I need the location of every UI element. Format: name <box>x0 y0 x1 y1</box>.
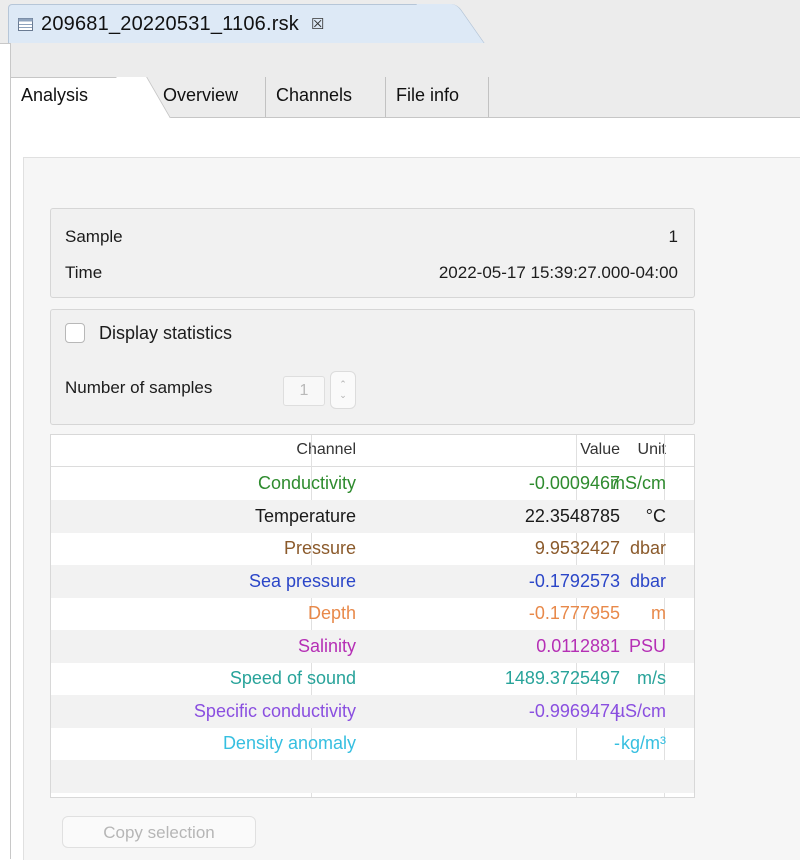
header-unit[interactable]: Unit <box>638 441 666 459</box>
table-header: Channel Value Unit <box>51 435 694 467</box>
table-row[interactable]: Speed of sound 1489.3725497 m/s <box>51 662 694 695</box>
editor-tab-title: 209681_20220531_1106.rsk <box>41 12 299 35</box>
header-value[interactable]: Value <box>580 441 620 459</box>
display-statistics-label: Display statistics <box>99 323 233 343</box>
number-of-samples-input[interactable]: 1 <box>283 376 325 406</box>
unit-cell: kg/m³ <box>621 733 666 753</box>
channel-cell: Sea pressure <box>248 570 356 591</box>
number-of-samples-stepper[interactable]: ⌃ ⌄ <box>330 371 356 409</box>
copy-selection-button[interactable]: Copy selection <box>62 816 256 848</box>
unit-cell: dbar <box>629 570 666 591</box>
header-channel[interactable]: Channel <box>296 441 356 459</box>
tab-file-info[interactable]: File info <box>396 85 459 106</box>
channel-cell: Temperature <box>254 505 356 526</box>
table-row[interactable]: Density anomaly - kg/m³ <box>51 727 694 760</box>
tab-analysis[interactable]: Analysis <box>21 85 88 106</box>
value-cell: 0.0112881 <box>536 635 620 656</box>
display-statistics-checkbox[interactable] <box>65 323 85 343</box>
channel-table[interactable]: Channel Value Unit Conductivity -0.000946… <box>50 434 695 798</box>
unit-cell: °C <box>645 505 666 526</box>
value-cell: -0.9969474 <box>528 700 620 721</box>
tab-separator <box>488 77 489 117</box>
table-row[interactable]: Temperature 22.3548785 °C <box>51 499 694 533</box>
sample-value: 1 <box>668 227 678 246</box>
table-row[interactable]: Conductivity -0.0009467 mS/cm <box>51 467 694 500</box>
subtab-bar: Analysis Overview Channels File info <box>11 43 800 118</box>
channel-cell: Salinity <box>297 635 356 656</box>
time-label: Time <box>65 263 103 282</box>
value-cell: 9.9532427 <box>534 538 620 558</box>
channel-cell: Depth <box>307 603 356 623</box>
editor-tab[interactable]: 209681_20220531_1106.rsk ☒ <box>8 4 450 43</box>
table-row[interactable]: Specific conductivity -0.9969474 µS/cm <box>51 694 694 728</box>
value-cell: -0.1777955 <box>528 603 620 623</box>
value-cell: - <box>614 733 620 753</box>
table-row[interactable]: Sea pressure -0.1792573 dbar <box>51 564 694 598</box>
unit-cell: m/s <box>637 668 666 688</box>
value-cell: 1489.3725497 <box>504 668 620 688</box>
tab-separator <box>385 77 386 117</box>
unit-cell: µS/cm <box>614 700 666 721</box>
unit-cell: dbar <box>629 538 666 558</box>
channel-cell: Density anomaly <box>222 733 356 753</box>
value-cell: -0.1792573 <box>528 570 620 591</box>
number-of-samples-label: Number of samples <box>65 378 213 397</box>
table-file-icon <box>18 17 33 31</box>
channel-cell: Specific conductivity <box>193 700 356 721</box>
chevron-down-icon[interactable]: ⌄ <box>339 390 347 401</box>
table-row[interactable]: Salinity 0.0112881 PSU <box>51 629 694 663</box>
close-icon[interactable]: ☒ <box>311 15 324 33</box>
unit-cell: m <box>651 603 666 623</box>
unit-cell: mS/cm <box>610 473 666 493</box>
tab-separator <box>265 77 266 117</box>
editor-tab-bar: 209681_20220531_1106.rsk ☒ <box>0 0 800 44</box>
chevron-up-icon[interactable]: ⌃ <box>339 379 347 390</box>
channel-cell: Pressure <box>283 538 356 558</box>
value-cell: 22.3548785 <box>524 505 620 526</box>
channel-cell: Conductivity <box>257 473 356 493</box>
table-row[interactable]: Pressure 9.9532427 dbar <box>51 532 694 565</box>
sample-info-group <box>50 208 695 298</box>
tab-overview[interactable]: Overview <box>163 85 238 106</box>
table-row[interactable] <box>51 759 694 793</box>
tab-channels[interactable]: Channels <box>276 85 352 106</box>
sample-label: Sample <box>65 227 123 246</box>
time-value: 2022-05-17 15:39:27.000-04:00 <box>438 263 678 282</box>
unit-cell: PSU <box>628 635 666 656</box>
table-row[interactable]: Depth -0.1777955 m <box>51 597 694 630</box>
value-cell: -0.0009467 <box>528 473 620 493</box>
frame-left-border <box>10 43 11 859</box>
channel-cell: Speed of sound <box>229 668 356 688</box>
